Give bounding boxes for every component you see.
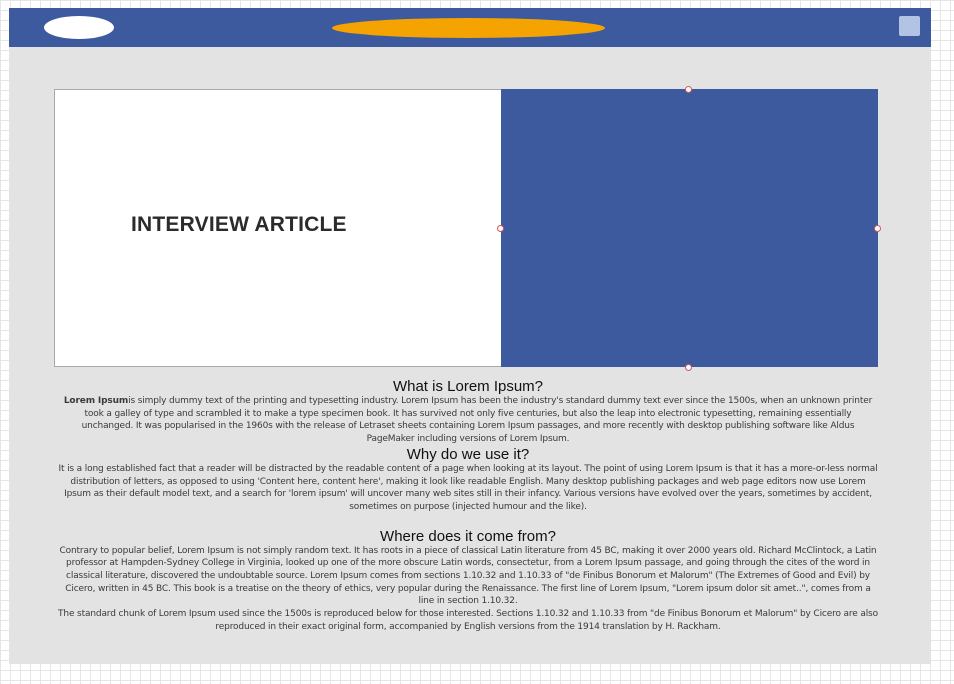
resize-handle-top-icon[interactable] <box>685 86 692 93</box>
top-navigation-bar <box>9 8 931 47</box>
banner-accent-shape <box>332 18 605 38</box>
hero-image-placeholder[interactable] <box>501 89 878 367</box>
section-paragraph-what-text: is simply dummy text of the printing and… <box>81 396 873 445</box>
menu-square-icon[interactable] <box>899 16 920 36</box>
section-paragraph-where-2: The standard chunk of Lorem Ipsum used s… <box>58 609 878 632</box>
section-paragraph-what: Lorem Ipsumis simply dummy text of the p… <box>58 395 878 446</box>
section-heading-where: Where does it come from? <box>380 527 556 545</box>
section-heading-what: What is Lorem Ipsum? <box>392 378 544 395</box>
resize-handle-left-icon[interactable] <box>497 225 504 232</box>
hero-title: INTERVIEW ARTICLE <box>131 213 347 236</box>
lead-bold-text: Lorem Ipsum <box>63 396 129 406</box>
section-paragraph-why: It is a long established fact that a rea… <box>58 463 878 512</box>
resize-handle-bottom-icon[interactable] <box>685 364 692 371</box>
logo-oval-icon[interactable] <box>44 16 114 39</box>
section-paragraph-where-1: Contrary to popular belief, Lorem Ipsum … <box>59 545 877 607</box>
resize-handle-right-icon[interactable] <box>874 225 881 232</box>
section-heading-why: Why do we use it? <box>406 445 530 463</box>
article-content: What is Lorem Ipsum? Lorem Ipsumis simpl… <box>58 378 878 634</box>
